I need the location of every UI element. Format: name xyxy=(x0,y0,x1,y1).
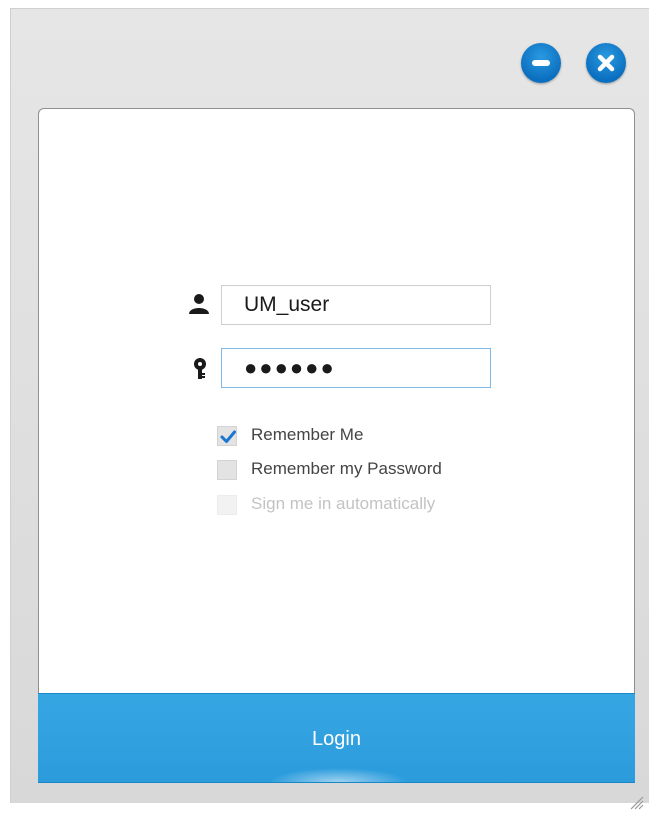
remember-password-label: Remember my Password xyxy=(251,459,442,478)
close-button[interactable] xyxy=(586,43,626,83)
user-icon xyxy=(189,294,209,314)
minus-icon xyxy=(532,60,550,66)
resize-grip-icon[interactable] xyxy=(626,792,644,810)
login-button-label: Login xyxy=(312,728,361,750)
remember-password-checkbox[interactable] xyxy=(217,460,237,480)
remember-me-checkbox[interactable] xyxy=(217,426,237,446)
sign-in-automatically-label: Sign me in automatically xyxy=(251,494,436,513)
login-button[interactable]: Login xyxy=(38,693,635,783)
login-panel xyxy=(38,108,635,693)
username-field[interactable]: UM_user xyxy=(221,285,491,325)
remember-me-label: Remember Me xyxy=(251,425,364,444)
password-field[interactable]: ●●●●●● xyxy=(221,348,491,388)
minimize-button[interactable] xyxy=(521,43,561,83)
x-icon xyxy=(597,54,615,72)
checkmark-icon xyxy=(220,430,236,443)
key-icon xyxy=(194,358,206,379)
sign-in-automatically-checkbox xyxy=(217,495,237,515)
